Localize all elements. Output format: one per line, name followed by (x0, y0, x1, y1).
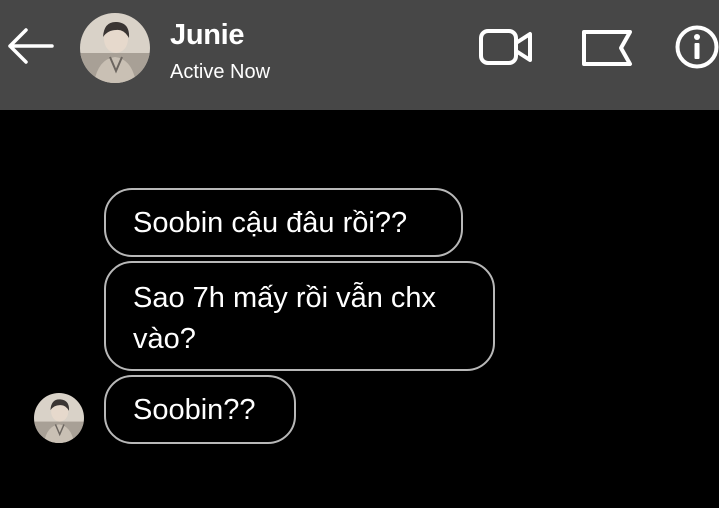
message-text: vào? (133, 323, 196, 355)
message-bubble[interactable]: Soobin cậu đâu rồi?? (104, 188, 463, 257)
contact-name: Junie (170, 19, 245, 51)
active-status: Active Now (170, 61, 271, 83)
message-text: Soobin?? (133, 394, 256, 426)
flag-icon[interactable] (580, 27, 634, 69)
info-icon[interactable] (674, 24, 719, 70)
video-call-icon[interactable] (478, 26, 534, 68)
back-arrow-icon[interactable] (4, 22, 56, 70)
chat-header: Junie Active Now (0, 0, 719, 110)
message-bubble[interactable]: Soobin?? (104, 375, 296, 444)
message-text: Sao 7h mấy rồi vẫn chx (133, 282, 437, 314)
message-text: Soobin cậu đâu rồi?? (133, 207, 408, 239)
contact-avatar[interactable] (80, 13, 150, 83)
message-bubble[interactable]: Sao 7h mấy rồi vẫn chx vào? (104, 261, 495, 371)
sender-avatar[interactable] (34, 393, 84, 443)
